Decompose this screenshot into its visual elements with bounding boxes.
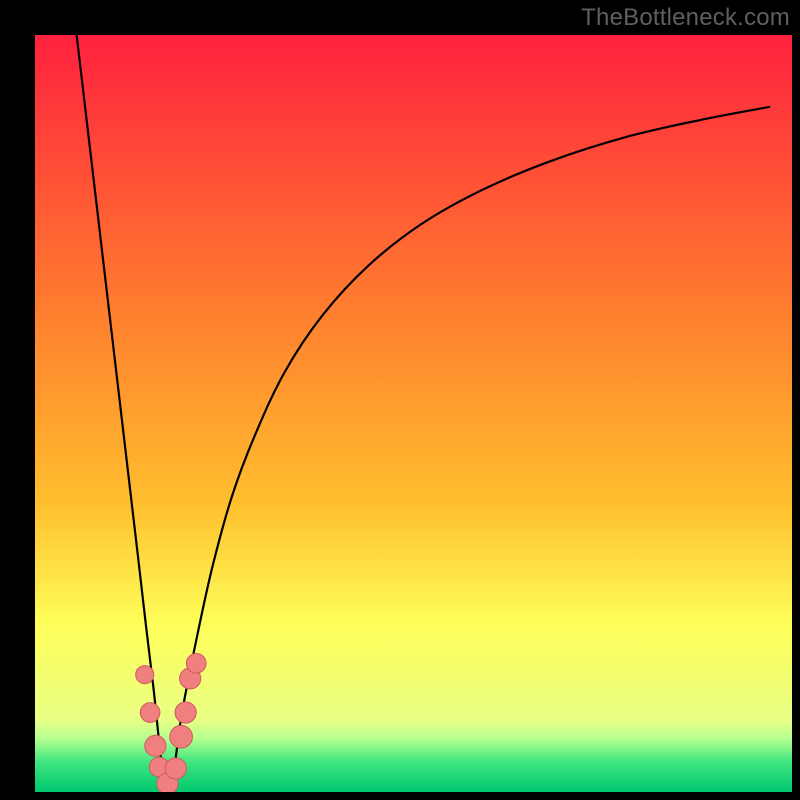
data-point	[186, 653, 206, 673]
data-point	[175, 702, 196, 723]
chart-svg	[0, 0, 800, 800]
watermark-text: TheBottleneck.com	[581, 4, 790, 32]
data-point	[145, 735, 166, 756]
data-point	[165, 758, 186, 779]
chart-frame: TheBottleneck.com	[0, 0, 800, 800]
data-point	[136, 666, 154, 684]
data-point	[170, 725, 193, 748]
data-point	[140, 703, 160, 723]
